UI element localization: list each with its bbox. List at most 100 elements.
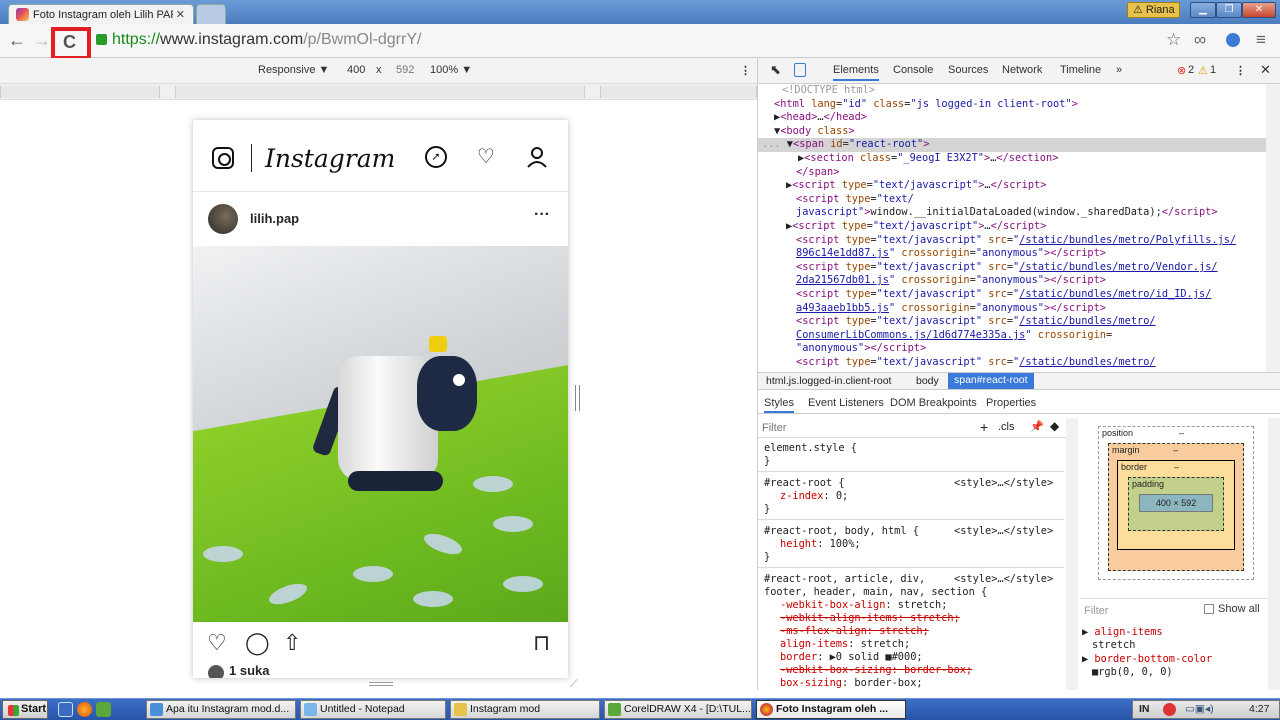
device-mode-select[interactable]: Responsive ▼ <box>258 64 329 76</box>
warning-count[interactable]: 1 <box>1210 64 1216 76</box>
profile-icon[interactable] <box>526 146 548 168</box>
share-icon[interactable]: ⇧ <box>283 630 301 656</box>
taskbar-item[interactable]: Untitled - Notepad <box>300 700 446 719</box>
styles-filter-input[interactable] <box>762 420 962 436</box>
toggle-state-icon[interactable]: ◆ <box>1050 419 1059 433</box>
dom-line[interactable]: </span> <box>796 166 839 180</box>
computed-scrollbar[interactable] <box>1268 418 1280 690</box>
device-height-input[interactable]: 592 <box>396 64 414 76</box>
box-model-position[interactable]: position – margin – border – padding 400… <box>1098 426 1254 580</box>
taskbar-item-active[interactable]: Foto Instagram oleh ... <box>756 700 906 719</box>
devtools-menu-button[interactable]: ⋮ <box>1235 64 1246 77</box>
style-line[interactable]: height: 100%; <box>780 538 861 551</box>
style-source[interactable]: <style>…</style> <box>954 573 1053 586</box>
style-line[interactable]: } <box>764 455 770 468</box>
minimize-button[interactable]: ▁ <box>1190 2 1216 18</box>
resize-handle-bottom[interactable] <box>369 682 393 686</box>
extension-globe-icon[interactable] <box>1226 33 1240 47</box>
dom-tree[interactable]: <!DOCTYPE html> <html lang="id" class="j… <box>758 84 1268 372</box>
dom-line[interactable]: ▼<body class> <box>774 125 855 139</box>
computed-line[interactable]: ▶ align-items <box>1082 626 1163 639</box>
dom-line[interactable]: 896c14e1dd87.js" crossorigin="anonymous"… <box>796 247 1106 261</box>
tray-icons[interactable]: ▭▣◂) <box>1185 701 1214 718</box>
close-devtools-icon[interactable]: ✕ <box>1260 62 1271 78</box>
tab-timeline[interactable]: Timeline <box>1060 64 1101 76</box>
reload-button[interactable]: C <box>51 27 91 60</box>
url-bar[interactable]: https://www.instagram.com/p/BwmOl-dgrrY/ <box>112 31 421 49</box>
dom-line-selected[interactable]: ... ▼<span id="react-root"> <box>762 138 929 152</box>
show-all-checkbox[interactable] <box>1204 604 1214 614</box>
subtab-dom-breakpoints[interactable]: DOM Breakpoints <box>890 397 977 409</box>
language-indicator[interactable]: IN <box>1139 701 1150 718</box>
dom-line[interactable]: ▶<script type="text/javascript">…</scrip… <box>786 220 1046 234</box>
taskbar-item[interactable]: Apa itu Instagram mod.d... <box>146 700 296 719</box>
dom-line[interactable]: 2da21567db01.js" crossorigin="anonymous"… <box>796 274 1106 288</box>
camera-icon[interactable] <box>212 147 234 169</box>
style-line[interactable]: box-sizing: border-box; <box>780 677 923 690</box>
resize-handle-right[interactable] <box>575 385 580 411</box>
explore-compass-icon[interactable]: ➚ <box>425 146 447 168</box>
inspect-element-icon[interactable]: ⬉ <box>770 62 781 78</box>
antivirus-icon[interactable] <box>1163 703 1176 716</box>
device-mode-icon[interactable] <box>794 63 806 77</box>
avatar[interactable] <box>208 204 238 234</box>
dom-line[interactable]: ▶<head>…</head> <box>774 111 867 125</box>
extension-icon[interactable]: ∞ <box>1194 30 1206 50</box>
dom-line[interactable]: <script type="text/javascript" src="/sta… <box>796 356 1156 370</box>
menu-icon[interactable]: ≡ <box>1256 30 1266 50</box>
style-line[interactable]: } <box>764 551 770 564</box>
box-model-padding[interactable]: padding 400 × 592 <box>1128 477 1224 531</box>
toggle-cls-button[interactable]: .cls <box>998 421 1015 433</box>
tab-network[interactable]: Network <box>1002 64 1042 76</box>
start-button[interactable]: Start <box>2 700 48 719</box>
show-desktop-icon[interactable] <box>58 702 73 717</box>
post-photo[interactable] <box>193 246 568 622</box>
box-model[interactable]: position – margin – border – padding 400… <box>1080 414 1280 594</box>
style-line[interactable]: align-items: stretch; <box>780 638 910 651</box>
device-more-button[interactable]: ⋮ <box>740 64 751 77</box>
breadcrumb-html[interactable]: html.js.logged-in.client-root <box>766 375 891 387</box>
dom-line[interactable]: <html lang="id" class="js logged-in clie… <box>774 98 1078 112</box>
style-line[interactable]: } <box>764 503 770 516</box>
dom-line[interactable]: javascript">window.__initialDataLoaded(w… <box>796 206 1218 220</box>
more-tabs-button[interactable]: » <box>1116 64 1122 76</box>
styles-pane[interactable]: element.style { } #react-root { <style>…… <box>758 440 1066 690</box>
box-model-border[interactable]: border – padding 400 × 592 <box>1117 460 1235 550</box>
tab-console[interactable]: Console <box>893 64 933 76</box>
dom-line[interactable]: <script type="text/javascript" src="/sta… <box>796 315 1156 329</box>
close-window-button[interactable]: ✕ <box>1242 2 1276 18</box>
breadcrumb-react-root[interactable]: span#react-root <box>948 373 1034 389</box>
dom-line[interactable]: <script type="text/ <box>796 193 914 207</box>
media-segment[interactable] <box>175 86 585 98</box>
tab-close-icon[interactable]: ✕ <box>176 8 185 21</box>
computed-filter-input[interactable]: Filter <box>1084 605 1108 617</box>
tab-sources[interactable]: Sources <box>948 64 988 76</box>
dom-line[interactable]: ▶<section class="_9eogI E3X2T">…</sectio… <box>798 152 1058 166</box>
style-line[interactable]: -webkit-align-items: stretch; <box>780 612 960 625</box>
new-rule-button[interactable]: + <box>980 419 988 435</box>
dom-line[interactable]: ▶<script type="text/javascript">…</scrip… <box>786 179 1046 193</box>
box-model-content[interactable]: 400 × 592 <box>1139 494 1213 512</box>
new-tab-button[interactable] <box>196 4 226 24</box>
pin-icon[interactable]: 📌 <box>1030 420 1044 433</box>
browser-tab-active[interactable]: Foto Instagram oleh Lilih PAP ✕ <box>8 4 194 24</box>
error-count[interactable]: 2 <box>1188 64 1194 76</box>
box-model-margin[interactable]: margin – border – padding 400 × 592 <box>1108 443 1244 571</box>
style-line[interactable]: -webkit-box-align: stretch; <box>780 599 947 612</box>
style-line[interactable]: -ms-flex-align: stretch; <box>780 625 929 638</box>
heart-icon[interactable]: ♡ <box>475 146 497 168</box>
back-button[interactable]: ← <box>8 30 26 51</box>
save-bookmark-icon[interactable]: ⊓ <box>533 630 550 656</box>
resize-corner-icon[interactable]: ⟋ <box>570 678 578 691</box>
style-source[interactable]: <style>…</style> <box>954 525 1053 538</box>
style-line[interactable]: element.style { <box>764 442 857 455</box>
maximize-button[interactable]: ❐ <box>1216 2 1242 18</box>
bookmark-star-icon[interactable]: ☆ <box>1166 30 1181 50</box>
dom-line[interactable]: <script type="text/javascript" src="/sta… <box>796 261 1218 275</box>
media-segment[interactable] <box>600 86 757 98</box>
dom-line[interactable]: "anonymous"></script> <box>796 342 926 356</box>
dom-line[interactable]: <script type="text/javascript" src="/sta… <box>796 234 1236 248</box>
subtab-properties[interactable]: Properties <box>986 397 1036 409</box>
style-line[interactable]: #react-root, body, html { <box>764 525 919 538</box>
post-options-button[interactable]: ··· <box>534 206 550 224</box>
